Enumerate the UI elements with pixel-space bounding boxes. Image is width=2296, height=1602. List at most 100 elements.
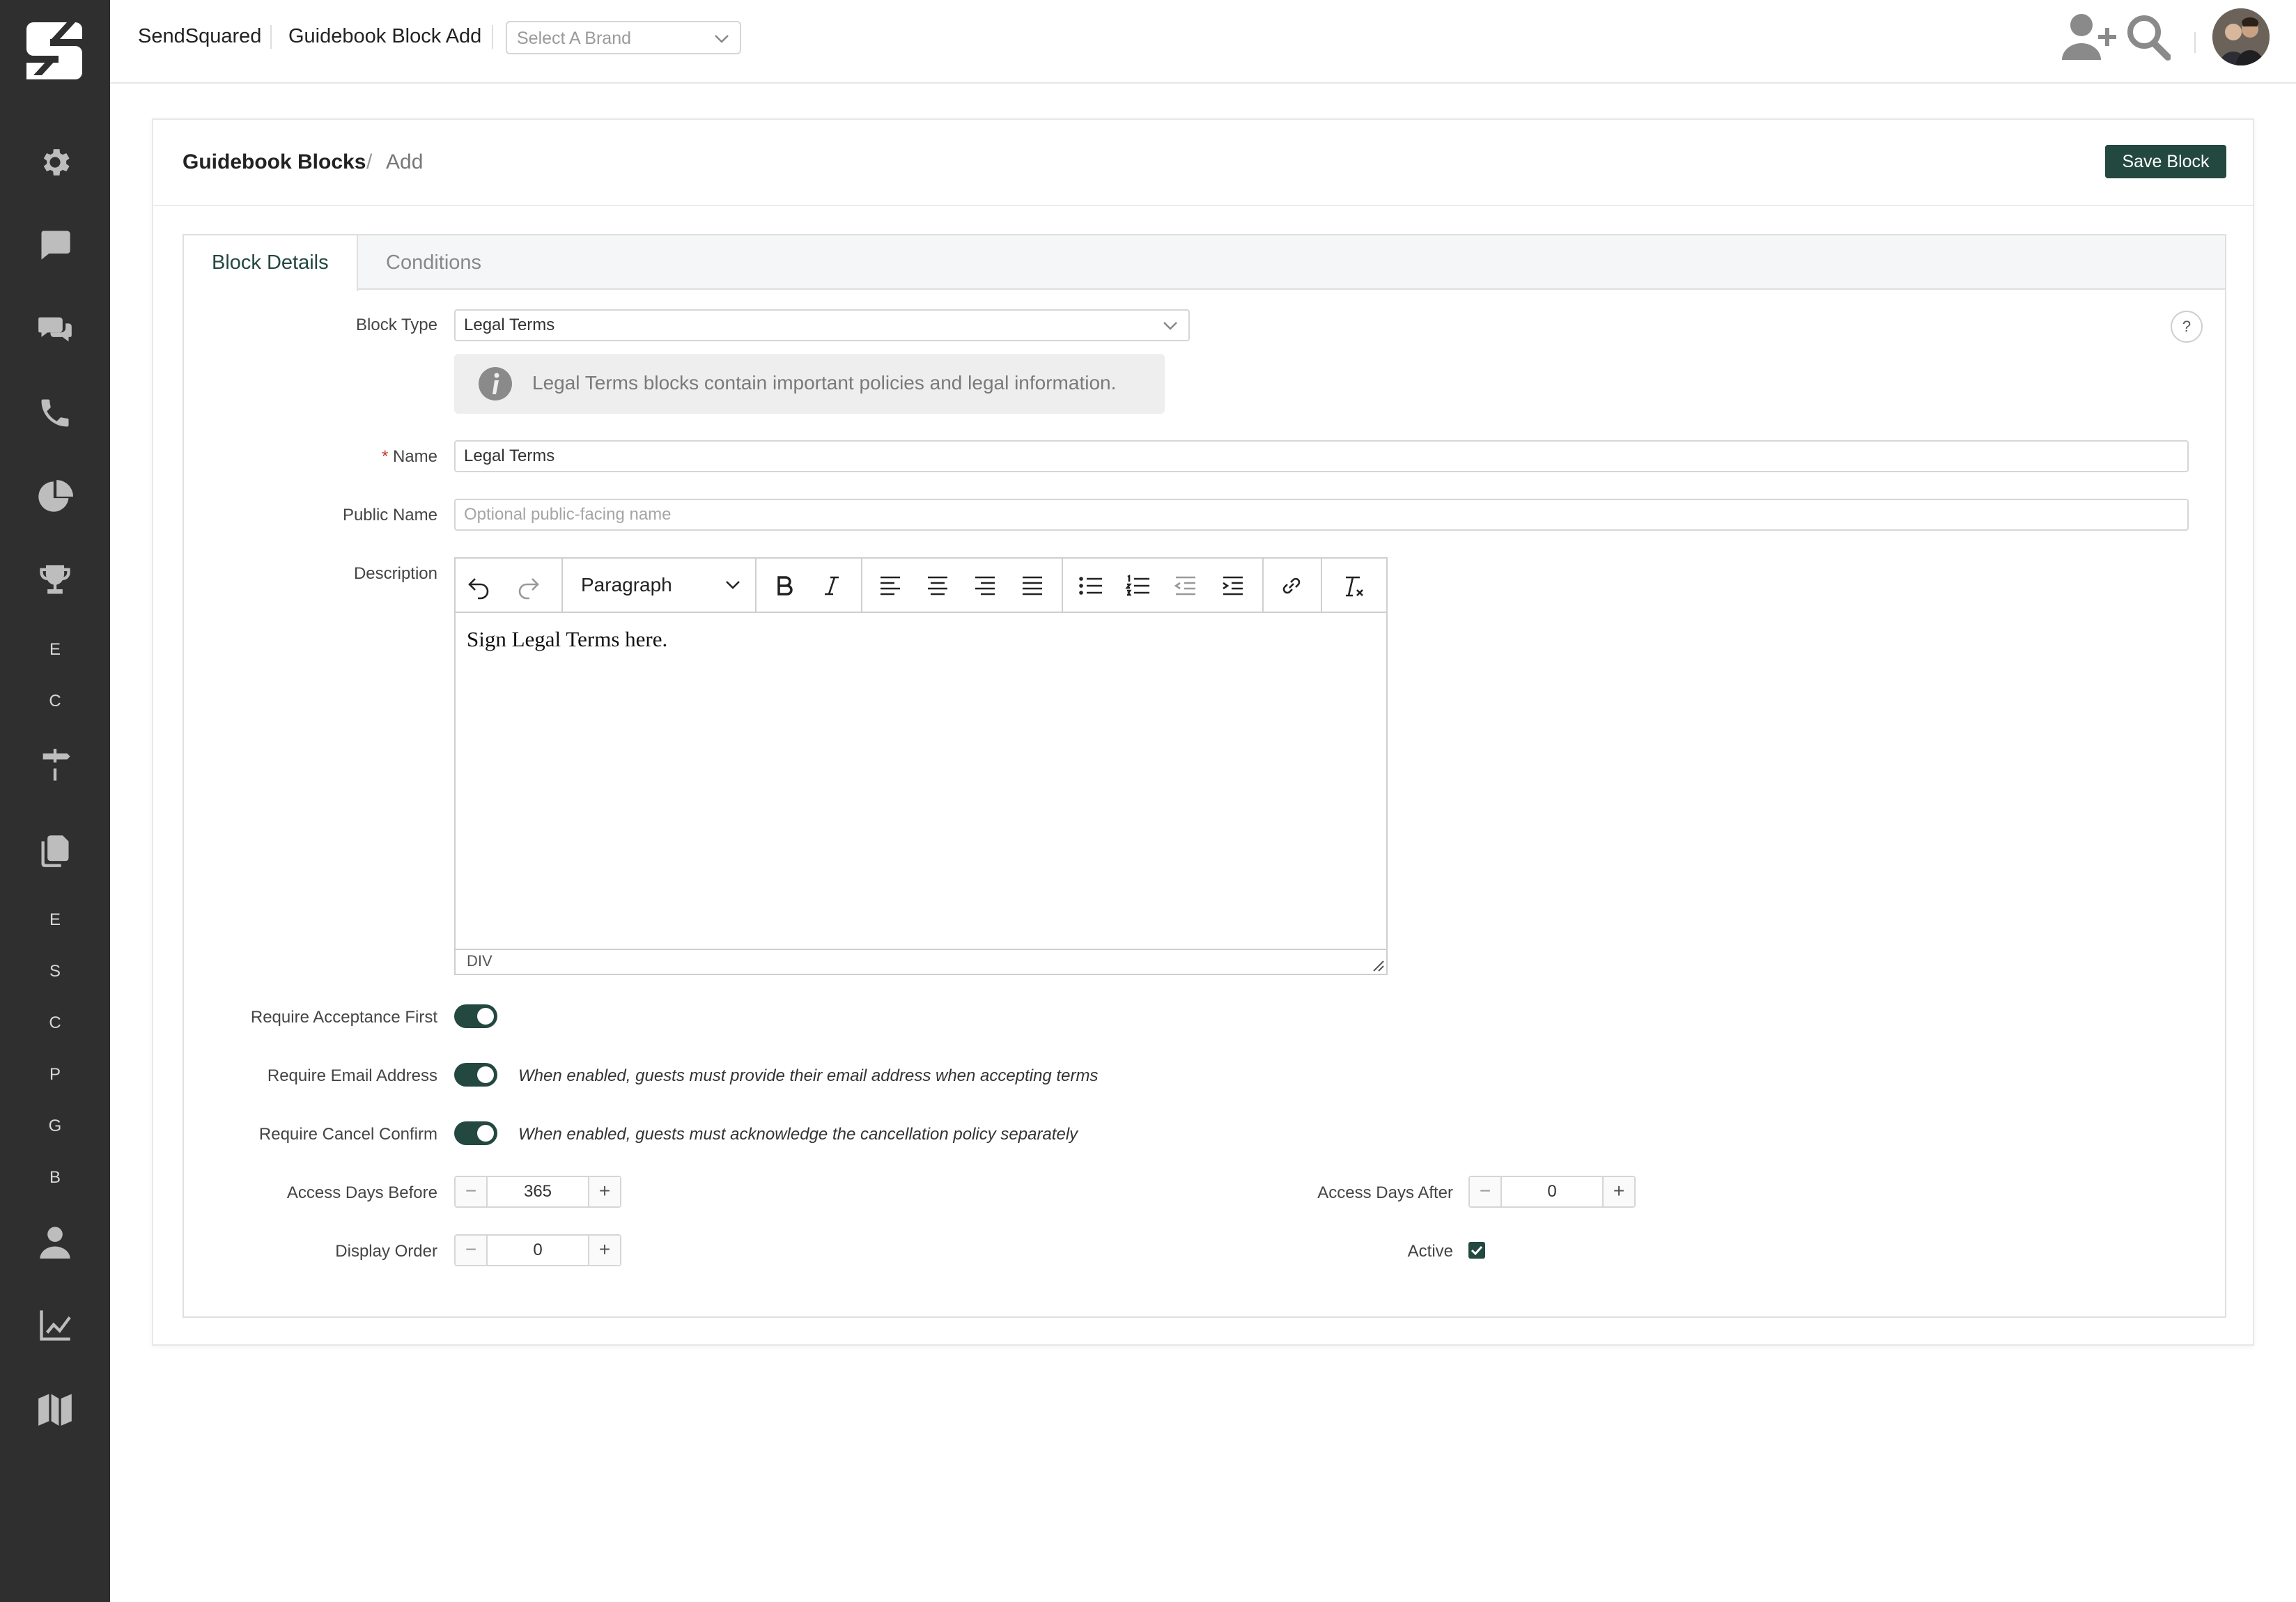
toolbar-divider [861, 559, 862, 612]
italic-icon[interactable] [818, 572, 846, 600]
sidebar-item-c[interactable]: C [0, 677, 110, 726]
paragraph-select[interactable]: Paragraph [581, 574, 672, 596]
toolbar-divider [1062, 559, 1063, 612]
required-mark: * [381, 447, 389, 466]
sidebar-letter: E [49, 910, 61, 929]
sidebar-item-e[interactable]: E [0, 625, 110, 674]
active-checkbox[interactable] [1468, 1242, 1485, 1259]
outdent-icon[interactable] [1172, 572, 1200, 600]
access-days-before-label: Access Days Before [286, 1183, 437, 1202]
require-email-toggle[interactable] [454, 1063, 497, 1087]
app-name[interactable]: SendSquared [138, 25, 261, 48]
public-name-input[interactable]: Optional public-facing name [454, 499, 2189, 531]
phone-icon[interactable] [0, 389, 110, 437]
bold-icon[interactable] [770, 572, 798, 600]
description-label: Description [353, 564, 437, 583]
public-name-label: Public Name [342, 506, 437, 524]
access-days-after-label: Access Days After [1317, 1183, 1453, 1202]
increment-button[interactable]: + [588, 1177, 620, 1206]
tab-conditions[interactable]: Conditions [358, 235, 509, 290]
checkmark-icon [1471, 1245, 1483, 1256]
access-days-before-input[interactable]: 365 [489, 1177, 587, 1206]
help-button[interactable]: ? [2171, 311, 2203, 343]
require-cancel-hint: When enabled, guests must acknowledge th… [518, 1125, 1078, 1144]
editor-content[interactable]: Sign Legal Terms here. [467, 627, 667, 652]
save-block-button[interactable]: Save Block [2105, 145, 2226, 178]
message-icon[interactable] [0, 220, 110, 269]
bullet-list-icon[interactable] [1077, 572, 1105, 600]
tab-block-details[interactable]: Block Details [184, 235, 358, 291]
toolbar-divider [1321, 559, 1322, 612]
sidebar-letter: S [49, 962, 61, 981]
name-input[interactable]: Legal Terms [454, 440, 2189, 472]
avatar[interactable] [2212, 8, 2270, 65]
info-text: Legal Terms blocks contain important pol… [532, 372, 1117, 394]
access-days-after-input[interactable]: 0 [1503, 1177, 1601, 1206]
sidebar-item-s[interactable]: S [0, 947, 110, 996]
display-order-stepper: − 0 + [454, 1234, 621, 1266]
name-label-text: Name [392, 447, 437, 466]
clear-formatting-icon[interactable] [1339, 572, 1367, 600]
sidebar-letter: E [49, 640, 61, 659]
topbar-divider [270, 25, 272, 49]
require-cancel-toggle[interactable] [454, 1121, 497, 1145]
topbar-divider [492, 25, 493, 49]
breadcrumb-root[interactable]: Guidebook Blocks [183, 150, 366, 174]
increment-button[interactable]: + [1602, 1177, 1634, 1206]
brand-select[interactable]: Select A Brand [506, 21, 741, 54]
sidebar-letter: C [49, 692, 61, 710]
page-name: Guidebook Block Add [288, 25, 482, 47]
name-label: * Name [20, 447, 437, 467]
description-editor: Paragraph Sign Legal Terms here. DIV [454, 557, 1388, 975]
decrement-button[interactable]: − [456, 1177, 488, 1206]
block-type-select[interactable]: Legal Terms [454, 309, 1190, 341]
increment-button[interactable]: + [588, 1236, 620, 1265]
block-type-label: Block Type [356, 316, 437, 334]
align-left-icon[interactable] [876, 572, 904, 600]
breadcrumb-current: Add [386, 150, 424, 173]
map-icon[interactable] [0, 1385, 110, 1433]
indent-icon[interactable] [1219, 572, 1247, 600]
require-cancel-label: Require Cancel Confirm [258, 1125, 437, 1144]
numbered-list-icon[interactable] [1124, 572, 1152, 600]
align-center-icon[interactable] [924, 572, 952, 600]
toolbar-divider [1262, 559, 1264, 612]
topbar: SendSquared Guidebook Block Add Select A… [110, 0, 2296, 84]
toolbar-divider [755, 559, 757, 612]
active-label: Active [1407, 1242, 1453, 1261]
signpost-icon[interactable] [0, 741, 110, 790]
editor-path: DIV [467, 952, 492, 970]
align-justify-icon[interactable] [1018, 572, 1046, 600]
display-order-input[interactable]: 0 [489, 1236, 587, 1265]
display-order-label: Display Order [335, 1242, 437, 1261]
redo-icon[interactable] [514, 572, 542, 600]
toolbar-divider [561, 559, 563, 612]
sidebar: E C E S C P G B [0, 0, 110, 1602]
resize-handle-icon[interactable] [1370, 957, 1385, 972]
require-acceptance-label: Require Acceptance First [250, 1008, 437, 1027]
require-email-label: Require Email Address [267, 1066, 437, 1085]
editor-toolbar: Paragraph [456, 559, 1386, 613]
gear-icon[interactable] [0, 138, 110, 187]
breadcrumb-separator: / [366, 150, 373, 173]
topbar-divider [2194, 32, 2196, 53]
editor-statusbar: DIV [456, 949, 1386, 974]
chevron-down-icon [726, 581, 740, 589]
search-icon[interactable] [2126, 13, 2171, 61]
block-type-value: Legal Terms [464, 316, 555, 334]
require-acceptance-toggle[interactable] [454, 1004, 497, 1028]
brand-select-placeholder: Select A Brand [517, 29, 632, 48]
undo-icon[interactable] [465, 572, 493, 600]
link-icon[interactable] [1278, 572, 1305, 600]
sidebar-item-e2[interactable]: E [0, 896, 110, 944]
decrement-button[interactable]: − [456, 1236, 488, 1265]
documents-icon[interactable] [0, 826, 110, 875]
add-user-icon[interactable] [2062, 13, 2118, 61]
chevron-down-icon [715, 35, 729, 43]
tab-strip: Block Details Conditions [184, 235, 2225, 291]
sendsquared-logo-icon[interactable] [21, 15, 88, 82]
align-right-icon[interactable] [971, 572, 999, 600]
line-chart-icon[interactable] [0, 1301, 110, 1350]
decrement-button[interactable]: − [1470, 1177, 1502, 1206]
block-type-info: Legal Terms blocks contain important pol… [454, 354, 1165, 414]
